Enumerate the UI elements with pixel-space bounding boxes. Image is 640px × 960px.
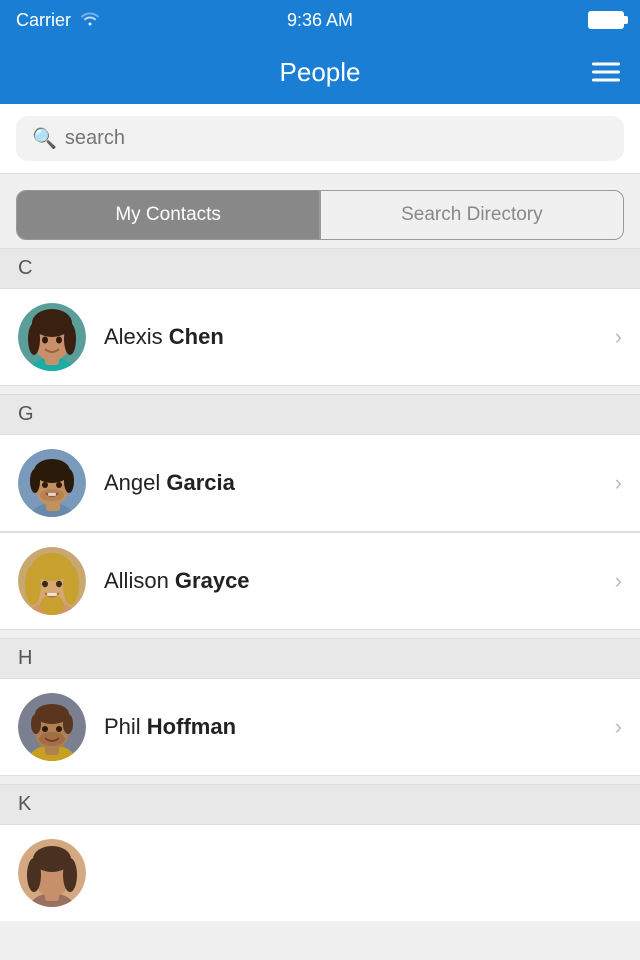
section-letter-k: K [18, 793, 31, 815]
avatar-allison-grayce [18, 547, 86, 615]
page-title: People [280, 57, 361, 88]
segment-search-directory[interactable]: Search Directory [321, 191, 623, 239]
segment-my-contacts[interactable]: My Contacts [17, 191, 319, 239]
menu-line-1 [592, 63, 620, 66]
segment-control: My Contacts Search Directory [16, 190, 624, 240]
section-header-k: K [0, 784, 640, 825]
wifi-icon [79, 10, 101, 31]
contact-row-phil-hoffman[interactable]: Phil Hoffman › [0, 679, 640, 776]
section-header-c: C [0, 248, 640, 289]
status-bar: Carrier 9:36 AM [0, 0, 640, 40]
search-input[interactable] [65, 127, 608, 150]
section-header-g: G [0, 394, 640, 435]
avatar-k-contact [18, 839, 86, 907]
menu-line-3 [592, 79, 620, 82]
contact-name-alexis-chen: Alexis Chen [104, 324, 607, 350]
contact-row-k[interactable] [0, 825, 640, 921]
avatar-phil-hoffman [18, 693, 86, 761]
contact-row-alexis-chen[interactable]: Alexis Chen › [0, 289, 640, 386]
search-icon: 🔍 [32, 126, 57, 151]
time-label: 9:36 AM [287, 10, 353, 31]
chevron-allison-grayce: › [615, 568, 622, 594]
contact-name-phil-hoffman: Phil Hoffman [104, 714, 607, 740]
contact-row-allison-grayce[interactable]: Allison Grayce › [0, 532, 640, 630]
chevron-angel-garcia: › [615, 470, 622, 496]
chevron-alexis-chen: › [615, 324, 622, 350]
section-letter-g: G [18, 403, 34, 425]
menu-button[interactable] [592, 63, 620, 82]
contact-name-angel-garcia: Angel Garcia [104, 470, 607, 496]
avatar-alexis-chen [18, 303, 86, 371]
section-header-h: H [0, 638, 640, 679]
search-input-wrap[interactable]: 🔍 [16, 116, 624, 161]
section-letter-c: C [18, 257, 32, 279]
nav-bar: People [0, 40, 640, 104]
menu-line-2 [592, 71, 620, 74]
chevron-phil-hoffman: › [615, 714, 622, 740]
carrier-label: Carrier [16, 10, 71, 31]
contact-row-angel-garcia[interactable]: Angel Garcia › [0, 435, 640, 532]
battery-icon [588, 11, 624, 29]
avatar-angel-garcia [18, 449, 86, 517]
search-container: 🔍 [0, 104, 640, 174]
section-letter-h: H [18, 647, 32, 669]
contact-name-allison-grayce: Allison Grayce [104, 568, 607, 594]
